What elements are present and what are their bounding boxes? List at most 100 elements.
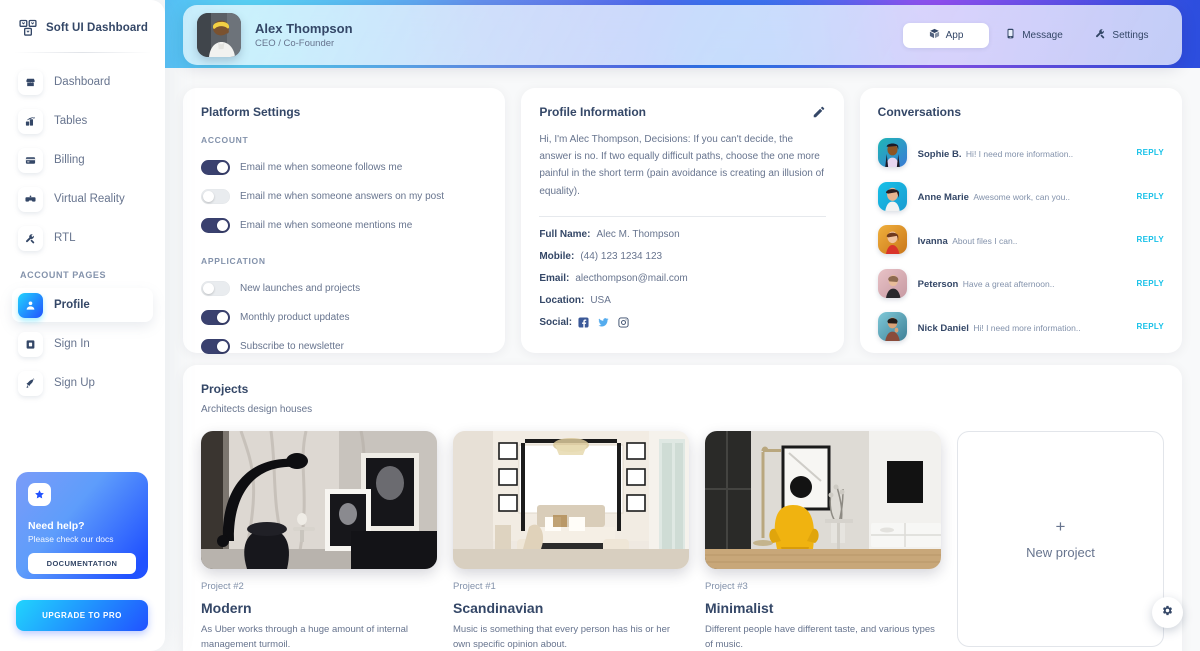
project-card-scandinavian[interactable]: Project #1 Scandinavian Music is somethi… <box>453 431 689 651</box>
conversation-text: Peterson Have a great afternoon.. <box>918 274 1055 292</box>
tab-settings-label: Settings <box>1112 29 1149 41</box>
toggle-email-answers[interactable] <box>201 189 230 204</box>
credit-card-icon <box>18 147 43 173</box>
project-number: Project #2 <box>201 581 244 592</box>
gear-icon <box>1161 604 1174 622</box>
projects-card: Projects Architects design houses Projec… <box>183 365 1182 651</box>
list-item[interactable]: Sophie B. Hi! I need more information.. … <box>877 131 1164 175</box>
table-icon <box>18 108 43 134</box>
sidebar-item-virtual-reality[interactable]: Virtual Reality <box>12 182 153 216</box>
reply-button[interactable]: REPLY <box>1137 192 1164 201</box>
settings-fab-button[interactable] <box>1152 597 1183 628</box>
info-row-full-name: Full Name: Alec M. Thompson <box>539 229 825 240</box>
setting-row: Email me when someone follows me <box>201 153 487 182</box>
sidebar-divider <box>14 52 151 53</box>
upgrade-to-pro-button[interactable]: UPGRADE TO PRO <box>16 600 148 631</box>
info-key: Email: <box>539 272 570 284</box>
setting-row: New launches and projects <box>201 274 487 303</box>
contact-name: Anne Marie <box>917 192 969 204</box>
profile-role: CEO / Co-Founder <box>255 38 335 50</box>
info-value: Alec M. Thompson <box>596 228 680 240</box>
reply-button[interactable]: REPLY <box>1137 322 1164 331</box>
contact-message: Hi! I need more information.. <box>965 148 1074 159</box>
toggle-email-mentions[interactable] <box>201 218 230 233</box>
avatar <box>877 312 907 342</box>
tab-message[interactable]: Message <box>991 23 1077 48</box>
project-description: As Uber works through a huge amount of i… <box>201 624 409 650</box>
conversation-text: Anne Marie Awesome work, can you.. <box>918 187 1070 205</box>
project-description: Different people have different taste, a… <box>705 624 935 650</box>
sidebar-item-dashboard[interactable]: Dashboard <box>12 65 153 99</box>
reply-button[interactable]: REPLY <box>1137 148 1164 157</box>
sidebar-item-label: RTL <box>54 232 76 244</box>
info-row-email: Email: alecthompson@mail.com <box>539 273 825 284</box>
toggle-new-launches[interactable] <box>201 281 230 296</box>
cards-row: Platform Settings ACCOUNT Email me when … <box>183 88 1182 354</box>
list-item[interactable]: Peterson Have a great afternoon.. REPLY <box>877 262 1164 306</box>
info-key: Social: <box>539 316 573 328</box>
avatar <box>877 225 907 255</box>
sidebar-item-label: Tables <box>54 115 88 127</box>
tab-app[interactable]: App <box>903 22 989 48</box>
star-icon <box>28 483 51 506</box>
project-title: Scandinavian <box>453 600 544 616</box>
conversation-text: Nick Daniel Hi! I need more information.… <box>918 318 1081 336</box>
toggle-email-follows[interactable] <box>201 160 230 175</box>
page-title: Alex Thompson <box>255 20 353 36</box>
avatar <box>877 181 907 211</box>
setting-label: Monthly product updates <box>240 312 350 323</box>
tab-app-label: App <box>945 29 964 41</box>
new-project-button[interactable]: + New project <box>957 431 1164 647</box>
project-card-modern[interactable]: Project #2 Modern As Uber works through … <box>201 431 437 651</box>
sidebar-item-label: Billing <box>54 154 85 166</box>
list-item[interactable]: Anne Marie Awesome work, can you.. REPLY <box>877 175 1164 219</box>
reply-button[interactable]: REPLY <box>1137 279 1164 288</box>
pencil-icon[interactable] <box>812 105 826 119</box>
shop-icon <box>18 69 43 95</box>
reply-button[interactable]: REPLY <box>1137 235 1164 244</box>
message-icon <box>1005 28 1016 42</box>
list-item[interactable]: Ivanna About files I can.. REPLY <box>877 218 1164 262</box>
project-card-minimalist[interactable]: Project #3 Minimalist Different people h… <box>705 431 941 651</box>
sidebar-item-rtl[interactable]: RTL <box>12 221 153 255</box>
sidebar: Soft UI Dashboard Dashboard Tables Billi… <box>0 0 165 651</box>
sidebar-item-billing[interactable]: Billing <box>12 143 153 177</box>
sidebar-item-label: Sign In <box>54 338 90 350</box>
info-value: alecthompson@mail.com <box>575 272 688 284</box>
conversations-card: Conversations Sophie B. Hi! I need more … <box>859 88 1182 353</box>
instagram-icon[interactable] <box>618 317 629 328</box>
section-label-account: ACCOUNT <box>201 135 249 145</box>
brand[interactable]: Soft UI Dashboard <box>0 0 165 52</box>
project-number: Project #1 <box>453 581 496 592</box>
profile-header-text: Alex Thompson CEO / Co-Founder <box>255 21 353 50</box>
avatar[interactable] <box>197 13 241 57</box>
list-item[interactable]: Nick Daniel Hi! I need more information.… <box>877 305 1164 349</box>
sidebar-item-sign-up[interactable]: Sign Up <box>12 366 153 400</box>
tab-settings[interactable]: Settings <box>1079 23 1165 48</box>
setting-row: Monthly product updates <box>201 303 487 332</box>
tools-icon <box>1095 28 1106 42</box>
toggle-monthly-updates[interactable] <box>201 310 230 325</box>
profile-information-card: Profile Information Hi, I'm Alec Thompso… <box>521 88 844 353</box>
setting-label: Email me when someone answers on my post <box>240 191 444 202</box>
sidebar-item-label: Virtual Reality <box>54 193 125 205</box>
new-project-label: New project <box>1026 545 1095 560</box>
sidebar-item-profile[interactable]: Profile <box>12 288 153 322</box>
facebook-icon[interactable] <box>578 317 589 328</box>
help-subtitle: Please check our docs <box>28 533 114 544</box>
documentation-button[interactable]: DOCUMENTATION <box>28 552 136 574</box>
settings-tools-icon <box>18 225 43 251</box>
info-row-mobile: Mobile: (44) 123 1234 123 <box>539 251 825 262</box>
cube-icon <box>929 28 940 42</box>
help-card: Need help? Please check our docs DOCUMEN… <box>16 472 148 579</box>
section-label-application: APPLICATION <box>201 256 266 266</box>
sidebar-item-sign-in[interactable]: Sign In <box>12 327 153 361</box>
toggle-newsletter[interactable] <box>201 339 230 354</box>
social-links <box>578 317 629 328</box>
contact-message: About files I can.. <box>952 235 1018 246</box>
contact-message: Hi! I need more information.. <box>973 322 1081 333</box>
twitter-icon[interactable] <box>598 317 609 328</box>
user-profile-icon <box>18 292 43 318</box>
sidebar-item-tables[interactable]: Tables <box>12 104 153 138</box>
project-description: Music is something that every person has… <box>453 624 671 650</box>
